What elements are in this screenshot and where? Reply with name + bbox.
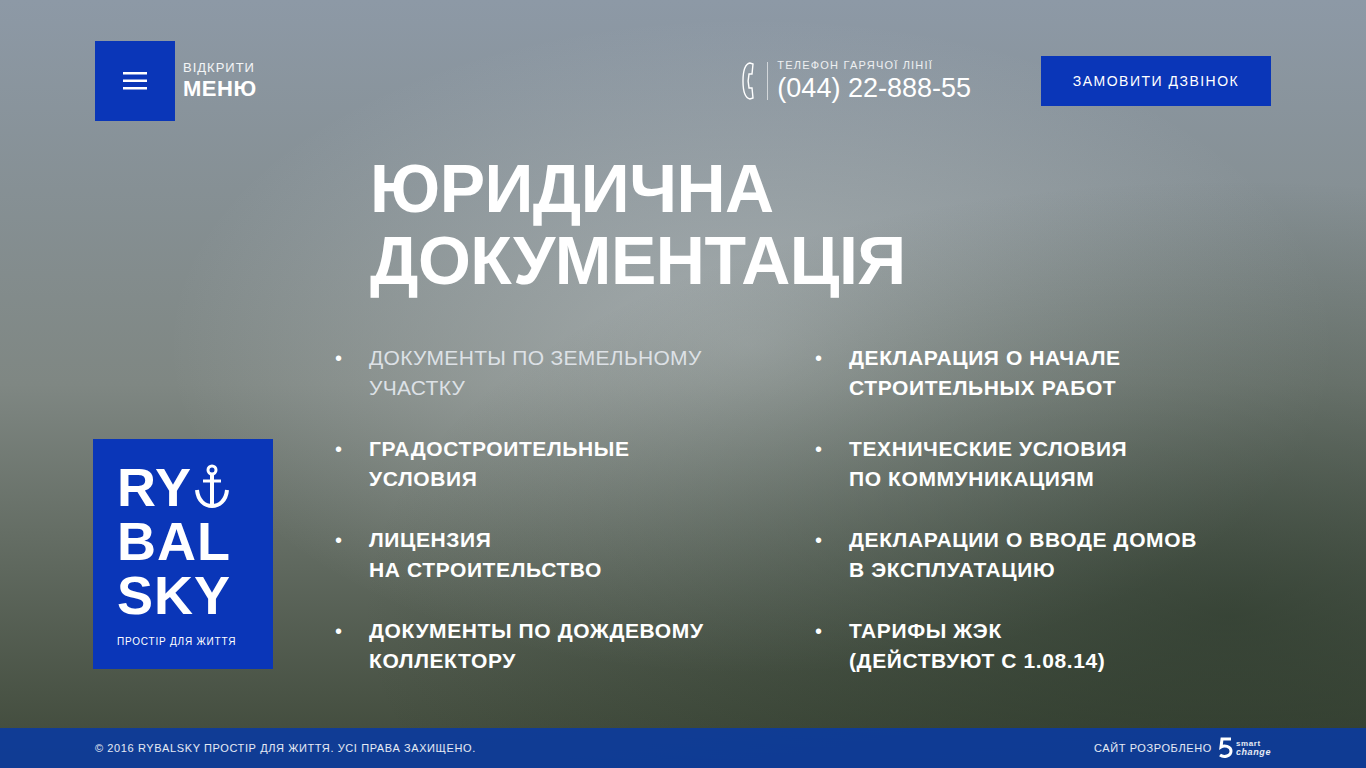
copyright: © 2016 RYBALSKY ПРОСТІР ДЛЯ ЖИТТЯ. УСІ П… <box>95 740 476 757</box>
menu-label-top: ВІДКРИТИ <box>183 60 257 76</box>
logo-text: BAL <box>117 514 231 568</box>
document-text: ГРАДОСТРОИТЕЛЬНЫЕ <box>369 434 630 464</box>
bullet: • <box>335 343 369 403</box>
credit-text: САЙТ РОЗРОБЛЕНО <box>1094 740 1212 757</box>
document-text: ПО КОММУНИКАЦИЯМ <box>849 464 1127 494</box>
hotline-phone[interactable]: (044) 22-888-55 <box>777 72 971 104</box>
page-heading: ЮРИДИЧНАДОКУМЕНТАЦІЯ <box>335 152 1366 296</box>
page: ВІДКРИТИМЕНЮ ТЕЛЕФОН ГАРЯЧОЇ ЛІНІЇ(044) 2… <box>0 0 1366 768</box>
bullet: • <box>335 525 369 585</box>
developer-logo: smartchange <box>1218 737 1271 759</box>
document-text: ДЕКЛАРАЦИИ О ВВОДЕ ДОМОВ <box>849 525 1197 555</box>
document-text: КОЛЛЕКТОРУ <box>369 646 704 676</box>
bullet: • <box>815 343 849 403</box>
logo-text: RY <box>117 460 192 514</box>
document-link[interactable]: •ДОКУМЕНТЫ ПО ЗЕМЕЛЬНОМУУЧАСТКУ <box>335 343 815 403</box>
document-text: ДОКУМЕНТЫ ПО ДОЖДЕВОМУ <box>369 616 704 646</box>
document-text: СТРОИТЕЛЬНЫХ РАБОТ <box>849 373 1121 403</box>
hotline: ТЕЛЕФОН ГАРЯЧОЇ ЛІНІЇ(044) 22-888-55 <box>741 58 971 104</box>
logo-tagline: ПРОСТІР ДЛЯ ЖИТТЯ <box>117 634 249 649</box>
document-link[interactable]: •ЛИЦЕНЗИЯНА СТРОИТЕЛЬСТВО <box>335 525 815 585</box>
document-link[interactable]: •ГРАДОСТРОИТЕЛЬНЫЕУСЛОВИЯ <box>335 434 815 494</box>
documents-column: •ДЕКЛАРАЦИЯ О НАЧАЛЕСТРОИТЕЛЬНЫХ РАБОТ•Т… <box>815 343 1295 676</box>
document-link[interactable]: •ТЕХНИЧЕСКИЕ УСЛОВИЯПО КОММУНИКАЦИЯМ <box>815 434 1295 494</box>
logo[interactable]: RYBALSKY ПРОСТІР ДЛЯ ЖИТТЯ <box>93 439 273 669</box>
menu-button[interactable]: ВІДКРИТИМЕНЮ <box>95 41 257 121</box>
developer-mark-icon <box>1218 737 1234 759</box>
documents-column: •ДОКУМЕНТЫ ПО ЗЕМЕЛЬНОМУУЧАСТКУ•ГРАДОСТР… <box>335 343 815 676</box>
developer-bottom: change <box>1236 748 1271 757</box>
hamburger-icon <box>123 72 147 90</box>
footer: © 2016 RYBALSKY ПРОСТІР ДЛЯ ЖИТТЯ. УСІ П… <box>0 728 1366 768</box>
phone-icon <box>741 61 759 101</box>
bullet: • <box>815 616 849 676</box>
document-text: (ДЕЙСТВУЮТ С 1.08.14) <box>849 646 1105 676</box>
hotline-divider <box>767 62 768 100</box>
content: RYBALSKY ПРОСТІР ДЛЯ ЖИТТЯ ЮРИДИЧНАДОКУМЕН… <box>0 121 1366 728</box>
document-link[interactable]: •ДЕКЛАРАЦИЯ О НАЧАЛЕСТРОИТЕЛЬНЫХ РАБОТ <box>815 343 1295 403</box>
hotline-label: ТЕЛЕФОН ГАРЯЧОЇ ЛІНІЇ <box>777 58 971 72</box>
document-text: ДОКУМЕНТЫ ПО ЗЕМЕЛЬНОМУ <box>369 343 702 373</box>
document-text: НА СТРОИТЕЛЬСТВО <box>369 555 602 585</box>
bullet: • <box>335 616 369 676</box>
document-text: УЧАСТКУ <box>369 373 702 403</box>
logo-text: SKY <box>117 568 231 622</box>
bullet: • <box>815 525 849 585</box>
bullet: • <box>815 434 849 494</box>
documents-list: •ДОКУМЕНТЫ ПО ЗЕМЕЛЬНОМУУЧАСТКУ•ГРАДОСТР… <box>335 343 1366 676</box>
developer-top: smart <box>1236 739 1271 748</box>
anchor-icon <box>194 464 230 510</box>
document-text: ЛИЦЕНЗИЯ <box>369 525 602 555</box>
document-text: ТАРИФЫ ЖЭК <box>849 616 1105 646</box>
bullet: • <box>335 434 369 494</box>
document-text: ТЕХНИЧЕСКИЕ УСЛОВИЯ <box>849 434 1127 464</box>
header: ВІДКРИТИМЕНЮ ТЕЛЕФОН ГАРЯЧОЇ ЛІНІЇ(044) 2… <box>0 0 1366 121</box>
call-button[interactable]: ЗАМОВИТИ ДЗВІНОК <box>1041 56 1271 106</box>
document-link[interactable]: •ДЕКЛАРАЦИИ О ВВОДЕ ДОМОВВ ЭКСПЛУАТАЦИЮ <box>815 525 1295 585</box>
document-text: УСЛОВИЯ <box>369 464 630 494</box>
developer-credit[interactable]: САЙТ РОЗРОБЛЕНО smartchange <box>1094 737 1271 759</box>
menu-label-bottom: МЕНЮ <box>183 76 257 102</box>
document-text: ДЕКЛАРАЦИЯ О НАЧАЛЕ <box>849 343 1121 373</box>
document-text: В ЭКСПЛУАТАЦИЮ <box>849 555 1197 585</box>
document-link[interactable]: •ТАРИФЫ ЖЭК(ДЕЙСТВУЮТ С 1.08.14) <box>815 616 1295 676</box>
document-link[interactable]: •ДОКУМЕНТЫ ПО ДОЖДЕВОМУКОЛЛЕКТОРУ <box>335 616 815 676</box>
